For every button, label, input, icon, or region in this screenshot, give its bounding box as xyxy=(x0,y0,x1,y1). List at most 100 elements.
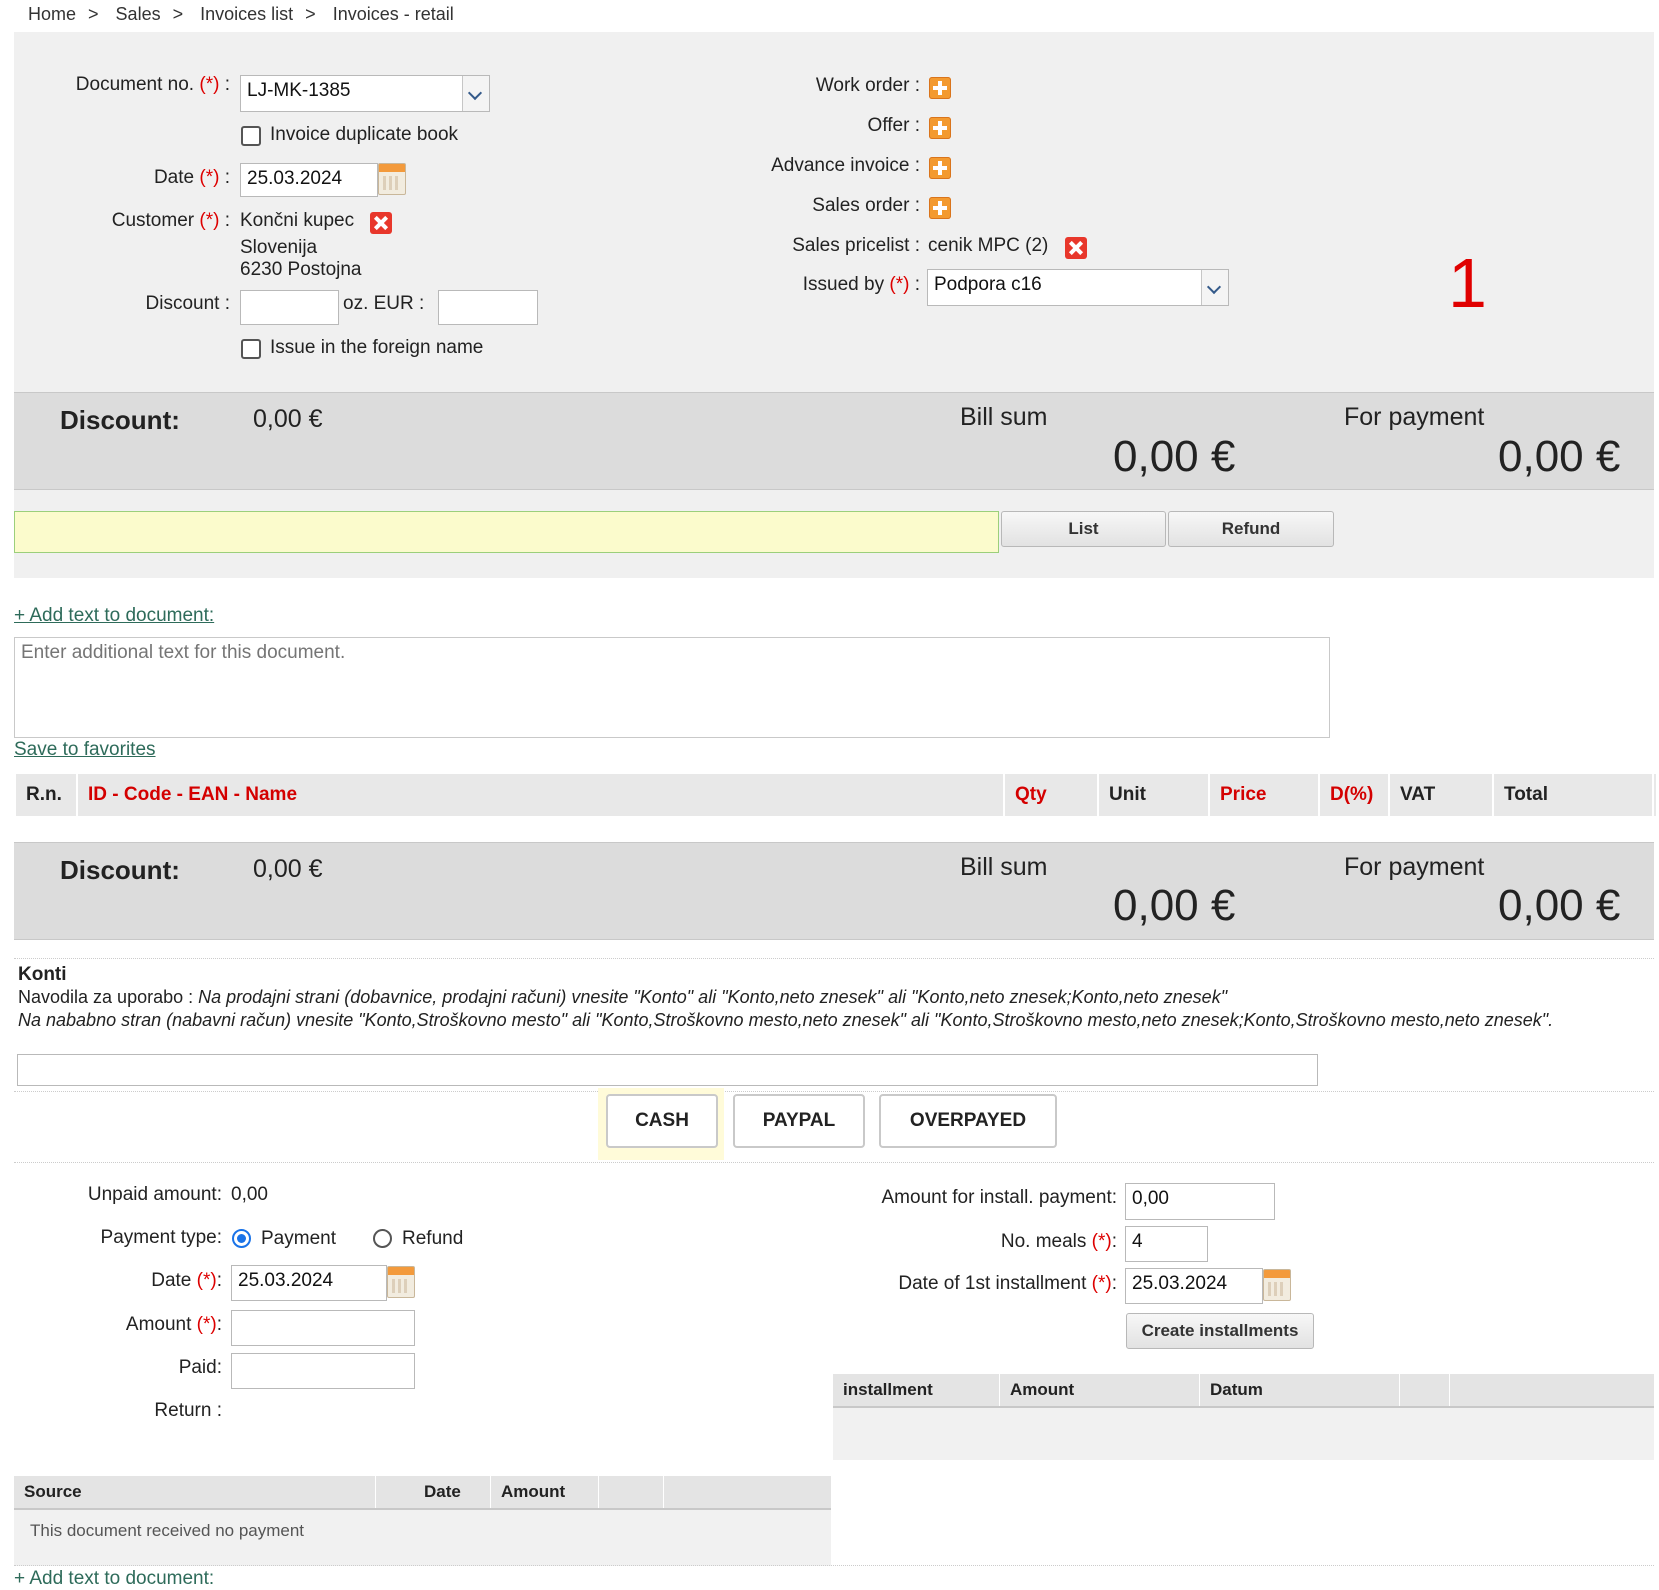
no-payment-text: This document received no payment xyxy=(30,1521,305,1540)
meals-label: No. meals (*): xyxy=(1000,1231,1117,1252)
konti-divider-bottom xyxy=(14,1091,1654,1092)
breadcrumb-separator: > xyxy=(88,4,99,24)
document-no-label: Document no. (*) : xyxy=(75,74,230,95)
payment-date-input[interactable]: 25.03.2024 xyxy=(231,1265,387,1301)
breadcrumb-invoices-list[interactable]: Invoices list xyxy=(200,4,293,24)
advance-invoice-label: Advance invoice : xyxy=(771,155,920,176)
add-advance-invoice-icon[interactable] xyxy=(929,157,951,179)
refund-radio[interactable] xyxy=(373,1229,392,1248)
col-unit: Unit xyxy=(1099,774,1210,816)
col-payment-extra xyxy=(599,1476,664,1508)
col-rn: R.n. xyxy=(16,774,78,816)
meals-input[interactable]: 4 xyxy=(1125,1226,1208,1262)
bill-sum-value: 0,00 € xyxy=(1113,432,1236,481)
return-label: Return : xyxy=(154,1400,222,1421)
payments-table-header: Source Date Amount xyxy=(14,1476,831,1510)
summary-discount-value: 0,00 € xyxy=(253,405,323,433)
install-amount-label: Amount for install. payment: xyxy=(881,1187,1118,1208)
cash-button[interactable]: CASH xyxy=(606,1094,718,1148)
paid-label: Paid: xyxy=(178,1357,222,1378)
breadcrumb-home[interactable]: Home xyxy=(28,4,76,24)
document-no-select[interactable]: LJ-MK-1385 xyxy=(240,75,490,112)
col-installment: installment xyxy=(833,1374,1000,1406)
invoice-duplicate-label: Invoice duplicate book xyxy=(270,124,459,145)
col-source: Source xyxy=(14,1476,376,1508)
customer-country: Slovenija xyxy=(240,237,318,258)
calendar-icon[interactable] xyxy=(1263,1269,1291,1301)
paid-input[interactable] xyxy=(231,1353,415,1389)
overpayed-button[interactable]: OVERPAYED xyxy=(879,1094,1057,1148)
col-discount[interactable]: D(%) xyxy=(1320,774,1390,816)
annotation-number: 1 xyxy=(1448,244,1487,322)
chevron-down-icon[interactable] xyxy=(1201,270,1228,305)
col-name[interactable]: ID - Code - EAN - Name xyxy=(78,774,1005,816)
payment-radio[interactable] xyxy=(232,1229,251,1248)
oz-eur-label: oz. EUR : xyxy=(343,293,425,314)
list-button[interactable]: List xyxy=(1001,511,1166,547)
sales-pricelist-label: Sales pricelist : xyxy=(792,235,920,256)
first-installment-date-input[interactable]: 25.03.2024 xyxy=(1125,1268,1263,1304)
konti-input[interactable] xyxy=(17,1054,1318,1086)
col-datum: Datum xyxy=(1200,1374,1400,1406)
breadcrumb-current: Invoices - retail xyxy=(332,4,454,24)
product-search-input[interactable] xyxy=(14,511,999,553)
breadcrumb-sales[interactable]: Sales xyxy=(116,4,161,24)
calendar-icon[interactable] xyxy=(387,1266,415,1298)
customer-label: Customer (*) : xyxy=(111,210,230,231)
install-amount-input[interactable]: 0,00 xyxy=(1125,1183,1275,1220)
bottom-divider xyxy=(14,1565,1654,1566)
col-payment-amount: Amount xyxy=(491,1476,599,1508)
date-label: Date (*) : xyxy=(153,167,230,188)
bill-sum-value: 0,00 € xyxy=(1113,881,1236,930)
date-input[interactable]: 25.03.2024 xyxy=(240,163,378,197)
add-work-order-icon[interactable] xyxy=(929,77,951,99)
foreign-name-checkbox[interactable] xyxy=(241,339,261,359)
items-table-header: R.n. ID - Code - EAN - Name Qty Unit Pri… xyxy=(16,774,1656,816)
invoice-duplicate-checkbox[interactable] xyxy=(241,126,261,146)
remove-customer-icon[interactable] xyxy=(370,212,392,234)
create-installments-button[interactable]: Create installments xyxy=(1126,1313,1314,1349)
col-total: Total xyxy=(1494,774,1654,816)
payment-option-label: Payment xyxy=(261,1228,336,1249)
work-order-label: Work order : xyxy=(815,75,920,96)
chevron-down-icon[interactable] xyxy=(462,76,489,111)
amount-input[interactable] xyxy=(231,1310,415,1346)
amount-label: Amount (*): xyxy=(125,1314,222,1335)
issued-by-select[interactable]: Podpora c16 xyxy=(927,269,1229,306)
document-no-value: LJ-MK-1385 xyxy=(247,80,351,101)
konti-instructions-prefix: Navodila za uporabo : xyxy=(18,987,199,1007)
for-payment-label: For payment xyxy=(1344,403,1485,431)
bill-sum-label: Bill sum xyxy=(960,853,1048,881)
issued-by-label: Issued by (*) : xyxy=(802,274,920,295)
add-text-link[interactable]: + Add text to document: xyxy=(14,605,214,627)
summary-discount-label: Discount: xyxy=(60,405,180,435)
remove-pricelist-icon[interactable] xyxy=(1065,237,1087,259)
col-extra xyxy=(1400,1374,1450,1406)
add-offer-icon[interactable] xyxy=(929,117,951,139)
installments-table: installment Amount Datum xyxy=(833,1374,1654,1460)
customer-city: 6230 Postojna xyxy=(240,259,362,280)
unpaid-amount-value: 0,00 xyxy=(231,1184,268,1205)
additional-text-area[interactable] xyxy=(14,637,1330,738)
col-qty[interactable]: Qty xyxy=(1005,774,1099,816)
col-price[interactable]: Price xyxy=(1210,774,1320,816)
breadcrumb-separator: > xyxy=(172,4,184,24)
unpaid-amount-label: Unpaid amount: xyxy=(87,1184,222,1205)
breadcrumb-separator: > xyxy=(305,4,316,24)
issued-by-value: Podpora c16 xyxy=(934,274,1042,295)
konti-instructions: Navodila za uporabo : Na prodajni strani… xyxy=(18,986,1648,1032)
col-vat: VAT xyxy=(1390,774,1494,816)
discount-eur-input[interactable] xyxy=(438,290,538,325)
sales-order-label: Sales order : xyxy=(812,195,920,216)
add-sales-order-icon[interactable] xyxy=(929,197,951,219)
col-payment-date: Date xyxy=(376,1476,491,1508)
save-to-favorites-link[interactable]: Save to favorites xyxy=(14,739,156,761)
refund-button[interactable]: Refund xyxy=(1168,511,1334,547)
discount-percent-input[interactable] xyxy=(240,290,339,325)
sales-pricelist-value: cenik MPC (2) xyxy=(928,235,1049,256)
col-install-amount: Amount xyxy=(1000,1374,1200,1406)
paypal-button[interactable]: PAYPAL xyxy=(733,1094,865,1148)
summary-discount-label: Discount: xyxy=(60,855,180,885)
bill-sum-label: Bill sum xyxy=(960,403,1048,431)
calendar-icon[interactable] xyxy=(378,163,406,195)
